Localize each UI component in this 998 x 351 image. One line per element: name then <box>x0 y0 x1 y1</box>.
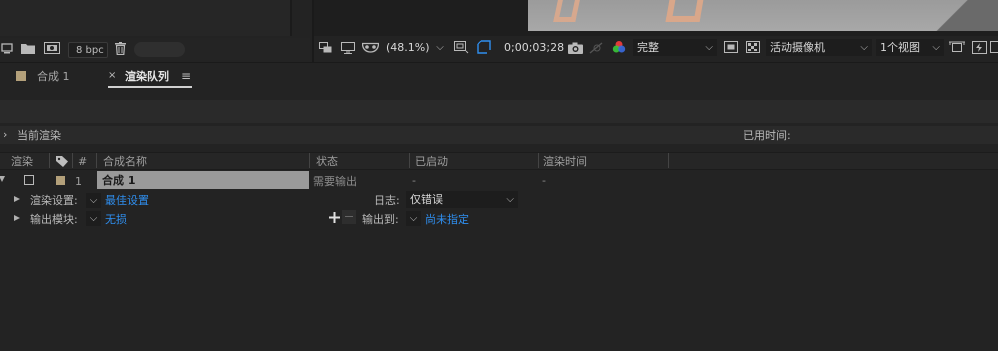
render-checkbox[interactable] <box>24 175 34 185</box>
output-to-value[interactable]: 尚未指定 <box>425 214 469 225</box>
label-tag-icon[interactable] <box>55 155 69 167</box>
column-started[interactable]: 已启动 <box>415 156 448 167</box>
column-number[interactable]: # <box>78 156 87 167</box>
interpret-footage-icon[interactable] <box>0 41 14 55</box>
column-separator[interactable] <box>538 153 539 168</box>
fast-preview-lightning-icon[interactable] <box>970 39 988 55</box>
current-render-label: 当前渲染 <box>17 129 61 142</box>
column-separator[interactable] <box>668 153 669 168</box>
bpc-button[interactable]: 8 bpc <box>68 42 108 58</box>
new-folder-icon[interactable] <box>20 41 36 55</box>
tab-composition-1-label: 合成 1 <box>37 70 70 83</box>
column-comp-name[interactable]: 合成名称 <box>103 156 147 167</box>
output-module-label: 输出模块: <box>30 213 78 226</box>
viewer-overflow-icon[interactable] <box>990 39 998 55</box>
render-queue-toolbar-strip <box>0 100 998 123</box>
tab-menu-icon[interactable]: ≡ <box>181 70 191 82</box>
new-composition-icon[interactable] <box>43 41 61 55</box>
tab-close-icon[interactable]: × <box>108 71 116 81</box>
render-settings-value[interactable]: 最佳设置 <box>105 195 149 206</box>
started-value: - <box>412 174 416 187</box>
camera-dropdown[interactable]: 活动摄像机 ⌵ <box>766 39 872 56</box>
zoom-level[interactable]: (48.1%) <box>386 42 430 53</box>
zoom-dropdown-icon[interactable]: ⌵ <box>434 40 446 55</box>
current-render-chevron-icon[interactable]: › <box>3 129 7 140</box>
output-module-dropdown[interactable]: ⌵ <box>86 211 101 226</box>
tab-composition-1[interactable]: 合成 1 <box>10 66 100 88</box>
tab-label-swatch <box>16 71 26 81</box>
expand-item-chevron-icon[interactable] <box>0 176 5 182</box>
log-chevron-icon: ⌵ <box>506 194 514 205</box>
render-settings-label: 渲染设置: <box>30 194 78 207</box>
log-dropdown[interactable]: 仅错误 ⌵ <box>406 191 518 208</box>
column-separator[interactable] <box>409 153 410 168</box>
render-item-row[interactable]: 1 合成 1 需要输出 - - <box>0 171 998 189</box>
always-preview-icon[interactable] <box>318 40 334 55</box>
column-separator[interactable] <box>49 153 50 168</box>
project-panel: 8 bpc <box>0 0 312 62</box>
output-module-expand-icon[interactable] <box>14 215 20 221</box>
viewer-bottom-edge <box>314 31 998 36</box>
log-value: 仅错误 <box>410 193 443 206</box>
resolution-chevron-icon: ⌵ <box>705 42 713 53</box>
add-output-module-icon[interactable] <box>327 210 341 224</box>
mask-visibility-icon[interactable] <box>361 40 379 55</box>
views-dropdown[interactable]: 1个视图 ⌵ <box>876 39 944 56</box>
bpc-label: 8 bpc <box>76 45 104 56</box>
minus-glyph <box>345 216 353 217</box>
preview-object-right <box>665 0 705 22</box>
tab-render-queue-label: 渲染队列 <box>125 70 169 83</box>
column-render-time[interactable]: 渲染时间 <box>543 156 587 167</box>
comp-name-value: 合成 1 <box>102 174 136 187</box>
tab-active-underline <box>108 86 192 88</box>
render-time-value: - <box>542 174 546 187</box>
column-status[interactable]: 状态 <box>316 156 338 167</box>
camera-value: 活动摄像机 <box>770 41 825 54</box>
output-to-label: 输出到: <box>362 213 399 226</box>
region-of-interest-icon[interactable] <box>476 39 494 55</box>
views-value: 1个视图 <box>880 41 920 54</box>
column-separator[interactable] <box>309 153 310 168</box>
column-separator[interactable] <box>96 153 97 168</box>
status-value: 需要输出 <box>313 175 357 188</box>
snapshot-camera-icon[interactable] <box>566 40 584 55</box>
elapsed-time-label: 已用时间: <box>743 129 791 142</box>
output-to-dropdown[interactable]: ⌵ <box>406 211 421 226</box>
column-render[interactable]: 渲染 <box>11 156 33 167</box>
toggle-pixel-aspect-icon[interactable] <box>948 39 966 55</box>
camera-chevron-icon: ⌵ <box>860 42 868 53</box>
item-number: 1 <box>75 175 82 188</box>
item-label-swatch[interactable] <box>56 176 65 185</box>
render-queue-empty-area <box>0 230 998 351</box>
column-separator[interactable] <box>72 153 73 168</box>
project-scrollbar[interactable] <box>134 42 185 57</box>
preview-object-left <box>553 0 581 22</box>
project-panel-divider <box>290 0 292 36</box>
fast-previews-icon[interactable] <box>722 39 740 55</box>
preview-shadow <box>908 0 998 31</box>
render-queue-top-band <box>0 92 998 100</box>
show-snapshot-icon[interactable] <box>588 40 604 55</box>
current-render-bar[interactable]: › 当前渲染 已用时间: <box>0 126 998 144</box>
output-module-value[interactable]: 无损 <box>105 214 127 225</box>
project-panel-list-area <box>0 0 290 36</box>
render-settings-dropdown[interactable]: ⌵ <box>86 193 101 208</box>
color-channels-icon[interactable] <box>611 39 627 55</box>
title-action-safe-icon[interactable] <box>452 39 470 55</box>
monitor-icon[interactable] <box>340 40 356 55</box>
trash-icon[interactable] <box>113 41 127 55</box>
remove-output-module-icon[interactable] <box>342 210 356 224</box>
transparency-grid-icon[interactable] <box>744 39 762 55</box>
render-settings-expand-icon[interactable] <box>14 196 20 202</box>
comp-name-cell[interactable]: 合成 1 <box>97 171 309 189</box>
views-chevron-icon: ⌵ <box>932 42 940 53</box>
resolution-dropdown[interactable]: 完整 ⌵ <box>633 39 717 56</box>
column-header-row <box>0 152 998 170</box>
current-timecode[interactable]: 0;00;03;28 <box>504 42 564 53</box>
preview-image <box>528 0 998 31</box>
tab-render-queue[interactable]: × 渲染队列 ≡ <box>106 66 196 88</box>
log-label: 日志: <box>374 194 400 207</box>
resolution-value: 完整 <box>637 41 659 54</box>
